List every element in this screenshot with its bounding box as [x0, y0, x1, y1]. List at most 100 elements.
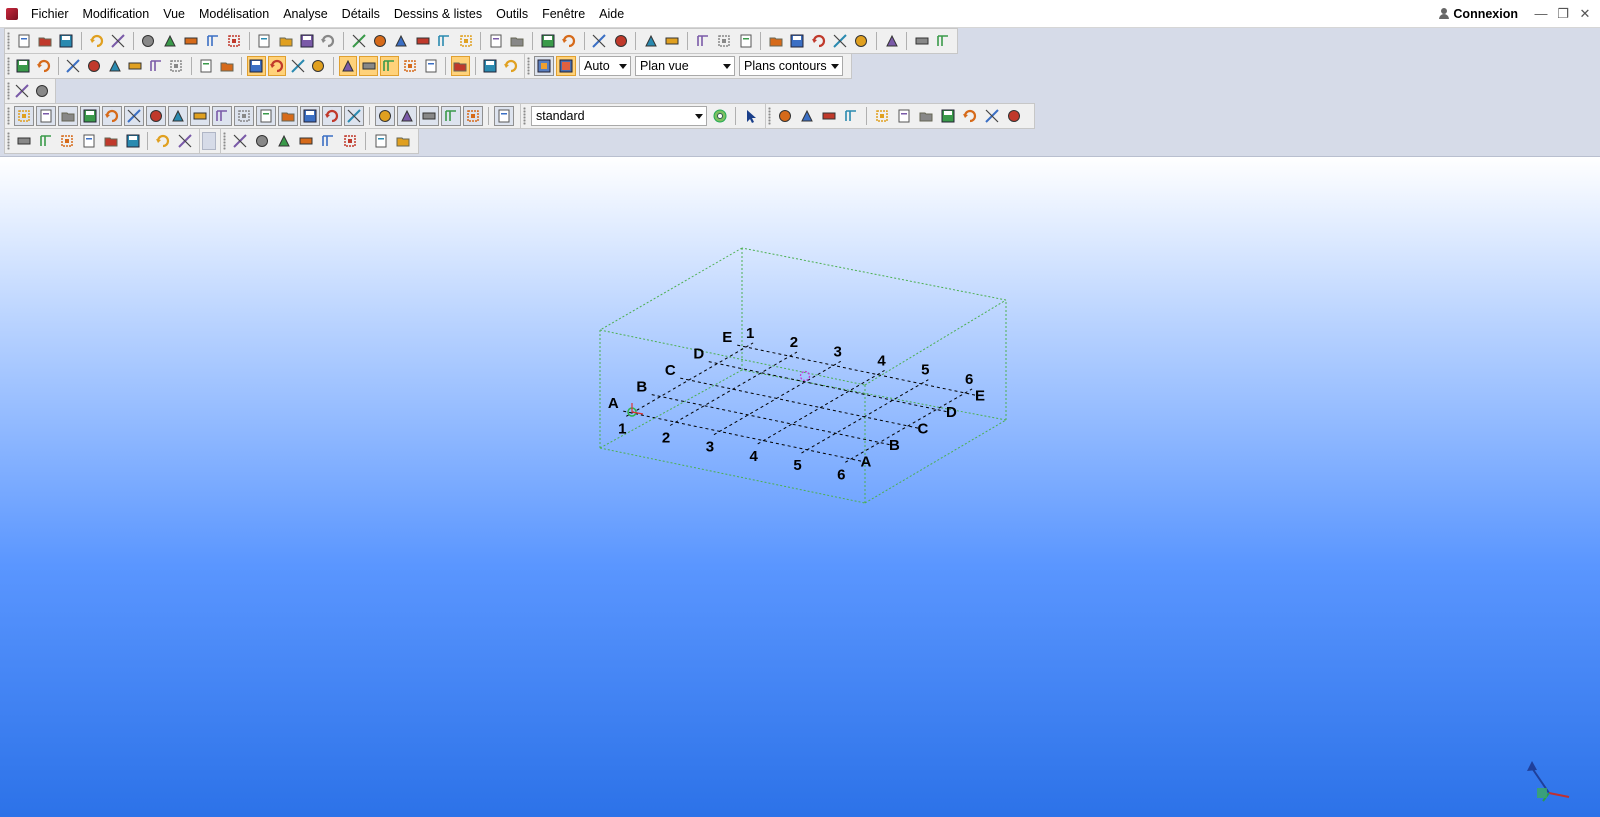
document-icon[interactable]	[197, 56, 216, 76]
circle-icon[interactable]	[775, 106, 795, 126]
folder-icon[interactable]	[58, 106, 78, 126]
undo-icon[interactable]	[809, 31, 828, 51]
grid-icon[interactable]	[380, 56, 399, 76]
toolbar-grip[interactable]	[7, 82, 10, 100]
window-icon[interactable]	[938, 106, 958, 126]
beam-icon[interactable]	[190, 106, 210, 126]
document-icon[interactable]	[494, 106, 514, 126]
grid-icon[interactable]	[435, 31, 454, 51]
menu-item-modification[interactable]: Modification	[76, 0, 157, 28]
folder-icon[interactable]	[451, 56, 470, 76]
beam-icon[interactable]	[912, 31, 931, 51]
model-viewport[interactable]: 112233445566AABBCCDDEE	[0, 157, 1600, 817]
window-icon[interactable]	[297, 31, 316, 51]
restore-icon[interactable]: ❐	[1554, 5, 1572, 23]
menu-item-analyse[interactable]: Analyse	[276, 0, 334, 28]
line-icon[interactable]	[64, 56, 83, 76]
line-icon[interactable]	[175, 131, 195, 151]
app-logo-icon[interactable]	[6, 7, 18, 20]
model-scene[interactable]: 112233445566AABBCCDDEE	[0, 157, 1600, 817]
grid-icon[interactable]	[146, 56, 165, 76]
grid-icon[interactable]	[841, 106, 861, 126]
document-icon[interactable]	[422, 56, 441, 76]
line-icon[interactable]	[830, 31, 849, 51]
circle-icon[interactable]	[33, 81, 51, 101]
menu-item-détails[interactable]: Détails	[335, 0, 387, 28]
line-icon[interactable]	[288, 56, 307, 76]
circle-icon[interactable]	[146, 106, 166, 126]
window-icon[interactable]	[246, 56, 266, 76]
circle-icon[interactable]	[370, 31, 389, 51]
undo-icon[interactable]	[319, 31, 338, 51]
toolbar-grip[interactable]	[7, 107, 10, 125]
folder-icon[interactable]	[101, 131, 121, 151]
line-icon[interactable]	[124, 106, 144, 126]
undo-icon[interactable]	[267, 56, 287, 76]
folder-icon[interactable]	[278, 106, 298, 126]
snap-mode-icon[interactable]	[556, 56, 576, 76]
folder-icon[interactable]	[766, 31, 785, 51]
line-icon[interactable]	[349, 31, 368, 51]
selection-icon[interactable]	[224, 31, 243, 51]
folder-icon[interactable]	[35, 31, 54, 51]
window-icon[interactable]	[80, 106, 100, 126]
beam-icon[interactable]	[296, 131, 316, 151]
selection-icon[interactable]	[167, 56, 186, 76]
circle-icon[interactable]	[252, 131, 272, 151]
triangle-icon[interactable]	[160, 31, 179, 51]
selection-icon[interactable]	[234, 106, 254, 126]
contours-select[interactable]: Plans contours	[739, 56, 843, 76]
grid-icon[interactable]	[36, 131, 56, 151]
beam-icon[interactable]	[359, 56, 379, 76]
undo-icon[interactable]	[87, 31, 106, 51]
circle-icon[interactable]	[611, 31, 630, 51]
beam-icon[interactable]	[413, 31, 432, 51]
document-icon[interactable]	[256, 106, 276, 126]
circle-icon[interactable]	[85, 56, 104, 76]
selection-icon[interactable]	[456, 31, 475, 51]
window-icon[interactable]	[14, 56, 33, 76]
line-icon[interactable]	[108, 31, 127, 51]
grid-icon[interactable]	[441, 106, 461, 126]
toolbar-grip[interactable]	[523, 107, 526, 125]
triangle-icon[interactable]	[105, 56, 124, 76]
beam-icon[interactable]	[14, 131, 34, 151]
undo-icon[interactable]	[102, 106, 122, 126]
toolbar-grip[interactable]	[768, 107, 771, 125]
line-icon[interactable]	[14, 81, 32, 101]
grid-icon[interactable]	[934, 31, 953, 51]
triangle-icon[interactable]	[274, 131, 294, 151]
document-icon[interactable]	[255, 31, 274, 51]
document-icon[interactable]	[79, 131, 99, 151]
folder-icon[interactable]	[217, 56, 236, 76]
triangle-icon[interactable]	[797, 106, 817, 126]
selection-icon[interactable]	[14, 106, 34, 126]
menu-item-vue[interactable]: Vue	[156, 0, 192, 28]
beam-icon[interactable]	[819, 106, 839, 126]
triangle-icon[interactable]	[168, 106, 188, 126]
line-icon[interactable]	[230, 131, 250, 151]
circle-icon[interactable]	[375, 106, 395, 126]
folder-icon[interactable]	[508, 31, 527, 51]
undo-icon[interactable]	[34, 56, 53, 76]
window-icon[interactable]	[57, 31, 76, 51]
document-icon[interactable]	[14, 31, 33, 51]
grid-icon[interactable]	[318, 131, 338, 151]
grid-icon[interactable]	[212, 106, 232, 126]
minimize-icon[interactable]: —	[1532, 5, 1550, 23]
selection-filter-select[interactable]: standard	[530, 106, 708, 126]
grid-icon[interactable]	[203, 31, 222, 51]
render-mode-icon[interactable]	[534, 56, 554, 76]
undo-icon[interactable]	[960, 106, 980, 126]
window-icon[interactable]	[123, 131, 143, 151]
menu-item-fenêtre[interactable]: Fenêtre	[535, 0, 592, 28]
login-button[interactable]: Connexion	[1439, 7, 1518, 21]
document-icon[interactable]	[486, 31, 505, 51]
window-icon[interactable]	[538, 31, 557, 51]
line-icon[interactable]	[590, 31, 609, 51]
line-icon[interactable]	[982, 106, 1002, 126]
triangle-icon[interactable]	[338, 56, 358, 76]
selection-icon[interactable]	[463, 106, 483, 126]
toolbar-grip[interactable]	[7, 32, 10, 50]
circle-icon[interactable]	[309, 56, 328, 76]
